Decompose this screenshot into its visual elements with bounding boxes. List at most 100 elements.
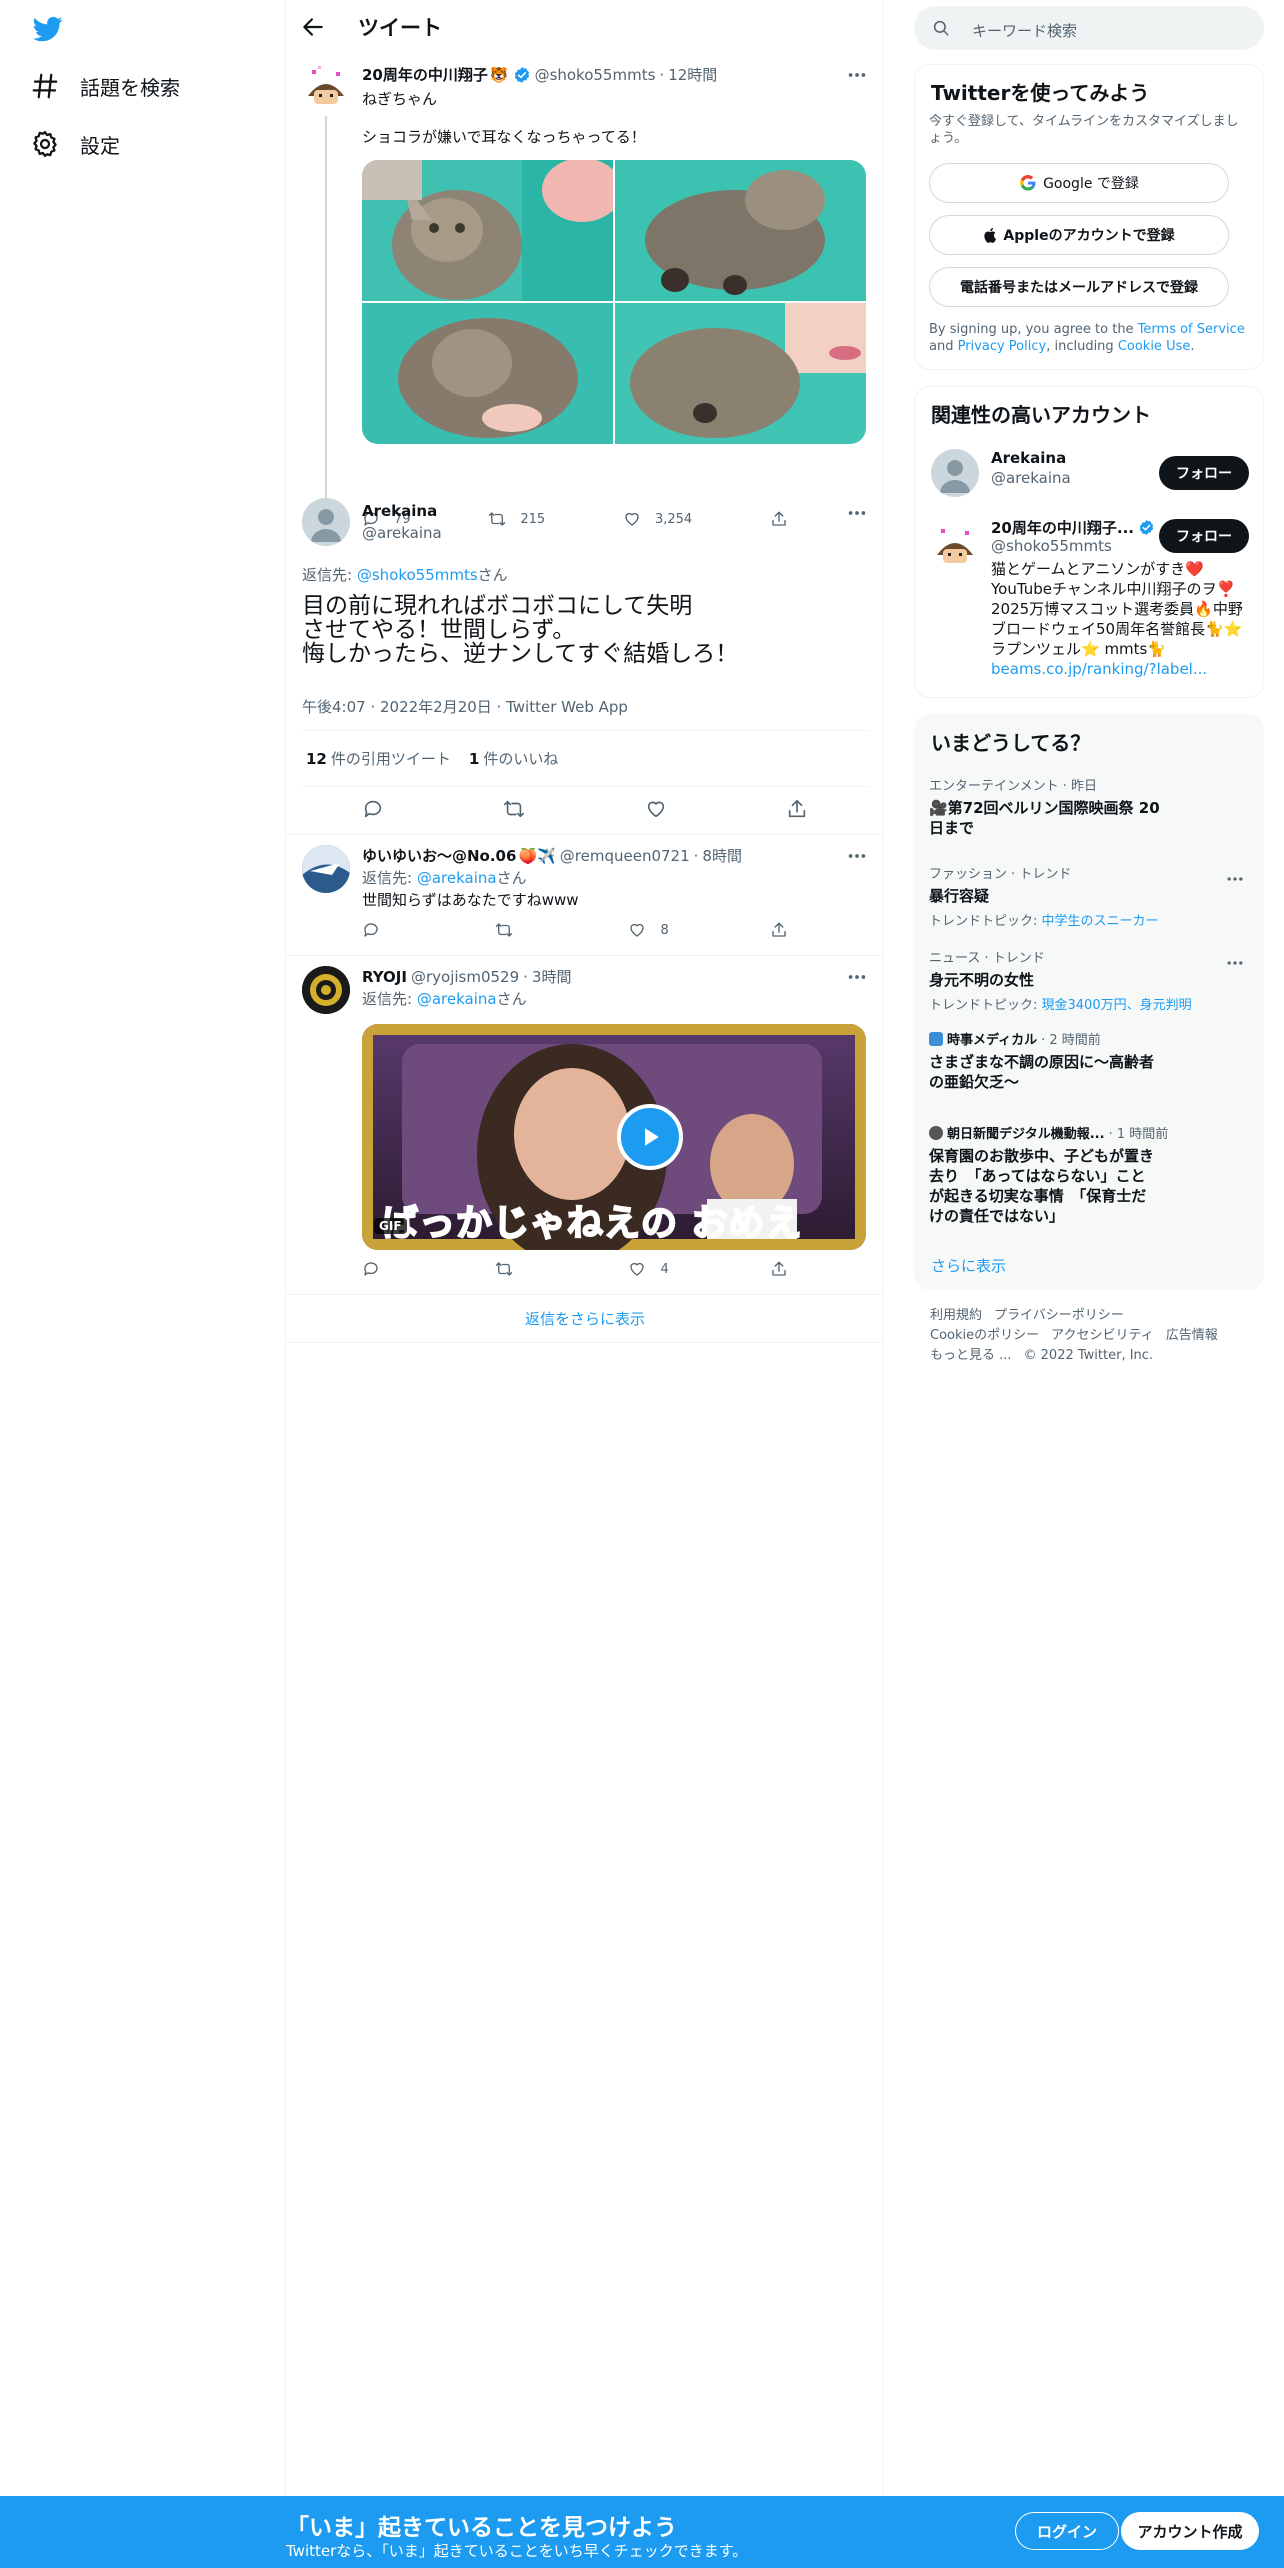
photo-4[interactable] [615, 303, 866, 444]
tweet-meta[interactable]: 午後4:07 · 2022年2月20日 · Twitter Web App [302, 696, 628, 717]
signup-button[interactable]: アカウント作成 [1121, 2512, 1259, 2550]
heart-icon [630, 923, 645, 937]
text-line-3: 悔しかったら、逆ナンしてすぐ結婚しろ！ [302, 641, 739, 667]
tweet-time[interactable]: 3時間 [532, 966, 572, 987]
left-nav: 話題を検索 設定 [0, 0, 286, 2496]
google-signup-button[interactable]: Google で登録 [929, 163, 1229, 203]
avatar[interactable] [931, 449, 979, 497]
tweet-text: ショコラが嫌いで耳なくなっちゃってる！ [362, 128, 646, 146]
like-button[interactable] [645, 798, 667, 820]
play-button[interactable] [617, 1104, 683, 1170]
nav-settings[interactable]: 設定 [30, 124, 120, 164]
account-row[interactable]: Arekaina @arekaina フォロー [915, 437, 1263, 509]
news-source-icon [929, 1031, 943, 1046]
author-handle[interactable]: @remqueen0721 [560, 847, 690, 865]
footer-more-link[interactable]: もっと見る ... [930, 1348, 1012, 1363]
reply-tweet[interactable]: RYOJI @ryojism0529 · 3時間 返信先: @arekainaさ… [286, 956, 884, 1294]
like-button[interactable]: 8 [628, 921, 669, 939]
like-button[interactable]: 4 [628, 1260, 669, 1278]
retweet-icon [504, 800, 525, 818]
show-more-trends[interactable]: さらに表示 [931, 1255, 1006, 1276]
photo-2[interactable] [615, 160, 866, 301]
login-button[interactable]: ログイン [1015, 2512, 1119, 2550]
more-options-icon[interactable] [1225, 953, 1247, 975]
terms-link[interactable]: Terms of Service [1138, 322, 1245, 337]
reply-button[interactable] [362, 798, 384, 820]
reply-button[interactable] [362, 921, 394, 939]
verified-badge-icon [513, 66, 531, 84]
footer-ads-link[interactable]: 広告情報 [1166, 1328, 1218, 1343]
verified-badge-icon [1138, 519, 1155, 536]
reply-button[interactable] [362, 1260, 394, 1278]
trend-sub-link[interactable]: 中学生のスニーカー [1042, 914, 1159, 929]
share-button[interactable] [770, 1260, 802, 1278]
phone-signup-label: 電話番号またはメールアドレスで登録 [960, 280, 1198, 296]
back-arrow-icon[interactable] [300, 14, 326, 40]
footer-privacy-link[interactable]: プライバシーポリシー [994, 1308, 1124, 1323]
phone-signup-button[interactable]: 電話番号またはメールアドレスで登録 [929, 267, 1229, 307]
avatar[interactable] [302, 498, 350, 546]
news-item[interactable]: 時事メディカル · 2 時間前 さまざまな不調の原因に～高齢者 の亜鉛欠乏～ [929, 1029, 1249, 1092]
author-handle[interactable]: @ryojism0529 [411, 968, 519, 986]
author-handle[interactable]: @arekaina [362, 524, 442, 542]
privacy-link[interactable]: Privacy Policy [958, 339, 1047, 354]
follow-button[interactable]: フォロー [1159, 519, 1249, 553]
share-button[interactable] [786, 798, 808, 820]
trend-item[interactable]: ファッション · トレンド 暴行容疑 トレンドトピック: 中学生のスニーカー [929, 863, 1249, 929]
trend-item[interactable]: ニュース · トレンド 身元不明の女性 トレンドトピック: 現金3400万円、身… [929, 947, 1249, 1013]
search-input[interactable]: キーワード検索 [914, 6, 1264, 50]
show-more-replies[interactable]: 返信をさらに表示 [286, 1295, 884, 1341]
parent-tweet[interactable]: 20周年の中川翔子 🐯 @shoko55mmts · 12時間 ねぎちゃん ショ… [286, 54, 884, 536]
retweet-button[interactable] [495, 1260, 527, 1278]
reply-to-link[interactable]: @arekaina [417, 869, 497, 887]
reply-to-link[interactable]: @shoko55mmts [357, 566, 478, 584]
text-line-1: 目の前に現れればボコボコにして失明 [302, 593, 693, 619]
trend-sub-link[interactable]: 現金3400万円、身元判明 [1042, 998, 1192, 1013]
reply-suffix: さん [496, 869, 527, 887]
gif-media[interactable]: ばっかじゃねえの おめえ GIF [362, 1024, 866, 1250]
gif-badge: GIF [374, 1218, 407, 1234]
follow-button[interactable]: フォロー [1159, 456, 1249, 490]
news-item[interactable]: 朝日新聞デジタル機動報... · 1 時間前 保育園のお散歩中、子どもが置き 去… [929, 1123, 1249, 1226]
retweet-button[interactable] [495, 921, 527, 939]
footer-cookie-link[interactable]: Cookieのポリシー [930, 1328, 1039, 1343]
likes-link[interactable]: 1 件のいいね [469, 748, 558, 769]
avatar[interactable] [302, 845, 350, 893]
author-name[interactable]: Arekaina [362, 502, 437, 520]
author-name[interactable]: 20周年の中川翔子 [362, 64, 488, 85]
cookie-link[interactable]: Cookie Use [1118, 339, 1191, 354]
author-name[interactable]: ゆいゆいお〜@No.06 [362, 845, 516, 866]
reply-to-link[interactable]: @arekaina [417, 990, 497, 1008]
author-name[interactable]: RYOJI [362, 968, 407, 986]
photo-3[interactable] [362, 303, 613, 444]
more-options-icon[interactable] [846, 966, 868, 988]
avatar[interactable] [931, 521, 979, 569]
retweet-button[interactable] [503, 798, 525, 820]
reply-tweet[interactable]: ゆいゆいお〜@No.06 🍑✈️ @remqueen0721 · 8時間 返信先… [286, 835, 884, 955]
trend-item[interactable]: エンターテインメント · 昨日 🎥第72回ベルリン国際映画祭 20 日まで [929, 775, 1249, 838]
account-row[interactable]: 20周年の中川翔子... @shoko55mmts フォロー 猫とゲームとアニソ… [915, 509, 1263, 695]
more-options-icon[interactable] [846, 502, 868, 524]
nav-explore[interactable]: 話題を検索 [30, 66, 180, 106]
avatar[interactable] [302, 62, 350, 110]
twitter-logo-icon[interactable] [30, 14, 66, 44]
more-options-icon[interactable] [1225, 869, 1247, 891]
quote-tweets-link[interactable]: 12 件の引用ツイート [306, 748, 451, 769]
dot-separator: · [693, 846, 699, 865]
legal-text: By signing up, you agree to the [929, 322, 1138, 337]
photo-1[interactable] [362, 160, 613, 301]
photo-grid[interactable] [362, 160, 866, 444]
tweet-time[interactable]: 12時間 [668, 64, 717, 85]
apple-icon [984, 228, 997, 243]
signup-legal: By signing up, you agree to the Terms of… [929, 321, 1255, 355]
footer-accessibility-link[interactable]: アクセシビリティ [1051, 1328, 1154, 1343]
tweet-time[interactable]: 8時間 [702, 845, 742, 866]
more-options-icon[interactable] [846, 64, 868, 86]
footer-terms-link[interactable]: 利用規約 [930, 1308, 982, 1323]
avatar[interactable] [302, 966, 350, 1014]
apple-signup-button[interactable]: Appleのアカウントで登録 [929, 215, 1229, 255]
author-handle[interactable]: @shoko55mmts [535, 66, 656, 84]
share-button[interactable] [770, 921, 802, 939]
more-options-icon[interactable] [846, 845, 868, 867]
bio-link[interactable]: beams.co.jp/ranking/?label... [991, 659, 1255, 679]
